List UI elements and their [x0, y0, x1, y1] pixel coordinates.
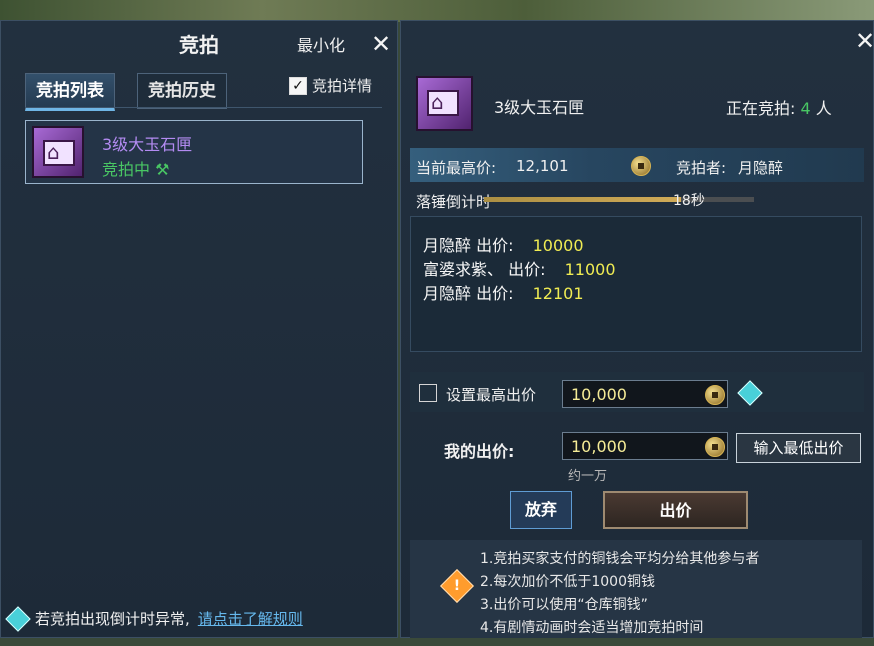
min-bid-button[interactable]: 输入最低出价	[736, 433, 861, 463]
item-name: 3级大玉石匣	[102, 135, 193, 154]
checkmark-icon[interactable]: ✓	[289, 76, 307, 95]
tab-auction-history[interactable]: 竞拍历史	[137, 73, 227, 109]
bid-amount: 10000	[532, 236, 584, 255]
copper-coin-icon	[631, 156, 651, 176]
jade-box-icon	[32, 126, 84, 178]
bid-history-row: 月隐醉 出价: 10000	[423, 232, 584, 256]
bidder-label: 竞拍者:	[676, 159, 727, 177]
bidding-count-row: 正在竞拍: 4 人	[726, 95, 832, 119]
bidding-label: 正在竞拍:	[726, 99, 796, 118]
copper-coin-icon	[705, 437, 725, 457]
countdown-value: 18秒	[673, 193, 705, 209]
background-banner	[0, 0, 874, 22]
copper-coin-icon	[705, 385, 725, 405]
current-price-value: 12,101	[516, 157, 569, 175]
item-status-label: 竞拍中	[102, 160, 151, 179]
current-price-label: 当前最高价:	[416, 159, 497, 177]
info-gem-icon	[5, 605, 31, 632]
bidder-name: 月隐醉	[423, 236, 472, 255]
countdown-bar	[484, 197, 754, 202]
tip-text: 若竞拍出现倒计时异常,	[35, 610, 190, 628]
rules-link[interactable]: 请点击了解规则	[198, 608, 303, 629]
tab-auction-list[interactable]: 竞拍列表	[25, 73, 115, 111]
max-bid-checkbox[interactable]	[419, 384, 437, 402]
my-bid-hint: 约一万	[568, 469, 608, 484]
rule-line: 2.每次加价不低于1000铜钱	[480, 574, 655, 590]
bidder-name: 月隐醉	[423, 284, 472, 303]
auction-list-panel: 竞拍 最小化 ✕ 竞拍列表 竞拍历史 ✓ 竞拍详情 3级大玉石匣 竞拍中 ⚒ 若…	[0, 20, 398, 638]
bid-amount: 11000	[564, 260, 616, 279]
bid-history-row: 月隐醉 出价: 12101	[423, 280, 584, 304]
bid-history-box: 月隐醉 出价: 10000 富婆求紫、 出价: 11000 月隐醉 出价: 12…	[410, 216, 862, 352]
max-bid-label: 设置最高出价	[446, 386, 537, 404]
my-bid-label: 我的出价:	[444, 442, 515, 461]
bidding-unit: 人	[815, 99, 832, 118]
bid-history-row: 富婆求紫、 出价: 11000	[423, 256, 616, 280]
give-up-button[interactable]: 放弃	[510, 491, 572, 529]
minimize-button[interactable]: 最小化	[297, 32, 345, 56]
auction-details-toggle[interactable]: ✓ 竞拍详情	[289, 75, 372, 96]
countdown-fill	[484, 197, 682, 202]
jade-box-icon	[416, 76, 473, 131]
tab-divider	[25, 107, 382, 108]
bidder-name: 月隐醉	[738, 159, 784, 177]
bid-amount: 12101	[532, 284, 584, 303]
auction-list-item[interactable]: 3级大玉石匣 竞拍中 ⚒	[25, 120, 363, 184]
rule-line: 1.竞拍买家支付的铜钱会平均分给其他参与者	[480, 551, 760, 567]
bid-action: 出价:	[476, 236, 514, 255]
rule-line: 4.有剧情动画时会适当增加竞拍时间	[480, 620, 704, 636]
close-icon[interactable]: ✕	[371, 32, 391, 56]
rule-line: 3.出价可以使用“仓库铜钱”	[480, 597, 648, 613]
bid-action: 出价:	[508, 260, 546, 279]
bidder-name: 富婆求紫、	[423, 260, 504, 279]
auction-details-label: 竞拍详情	[312, 77, 373, 95]
max-bid-input[interactable]: 10,000	[562, 380, 728, 408]
close-icon[interactable]: ✕	[855, 29, 874, 53]
bidding-count: 4	[800, 99, 811, 118]
countdown-label: 落锤倒计时	[416, 193, 492, 211]
bid-button[interactable]: 出价	[603, 491, 748, 529]
countdown-tip: 若竞拍出现倒计时异常, 请点击了解规则	[5, 605, 303, 632]
my-bid-input[interactable]: 10,000	[562, 432, 728, 460]
detail-item-name: 3级大玉石匣	[494, 98, 585, 117]
bid-action: 出价:	[476, 284, 514, 303]
gavel-icon: ⚒	[155, 160, 170, 179]
item-status: 竞拍中 ⚒	[102, 156, 169, 180]
